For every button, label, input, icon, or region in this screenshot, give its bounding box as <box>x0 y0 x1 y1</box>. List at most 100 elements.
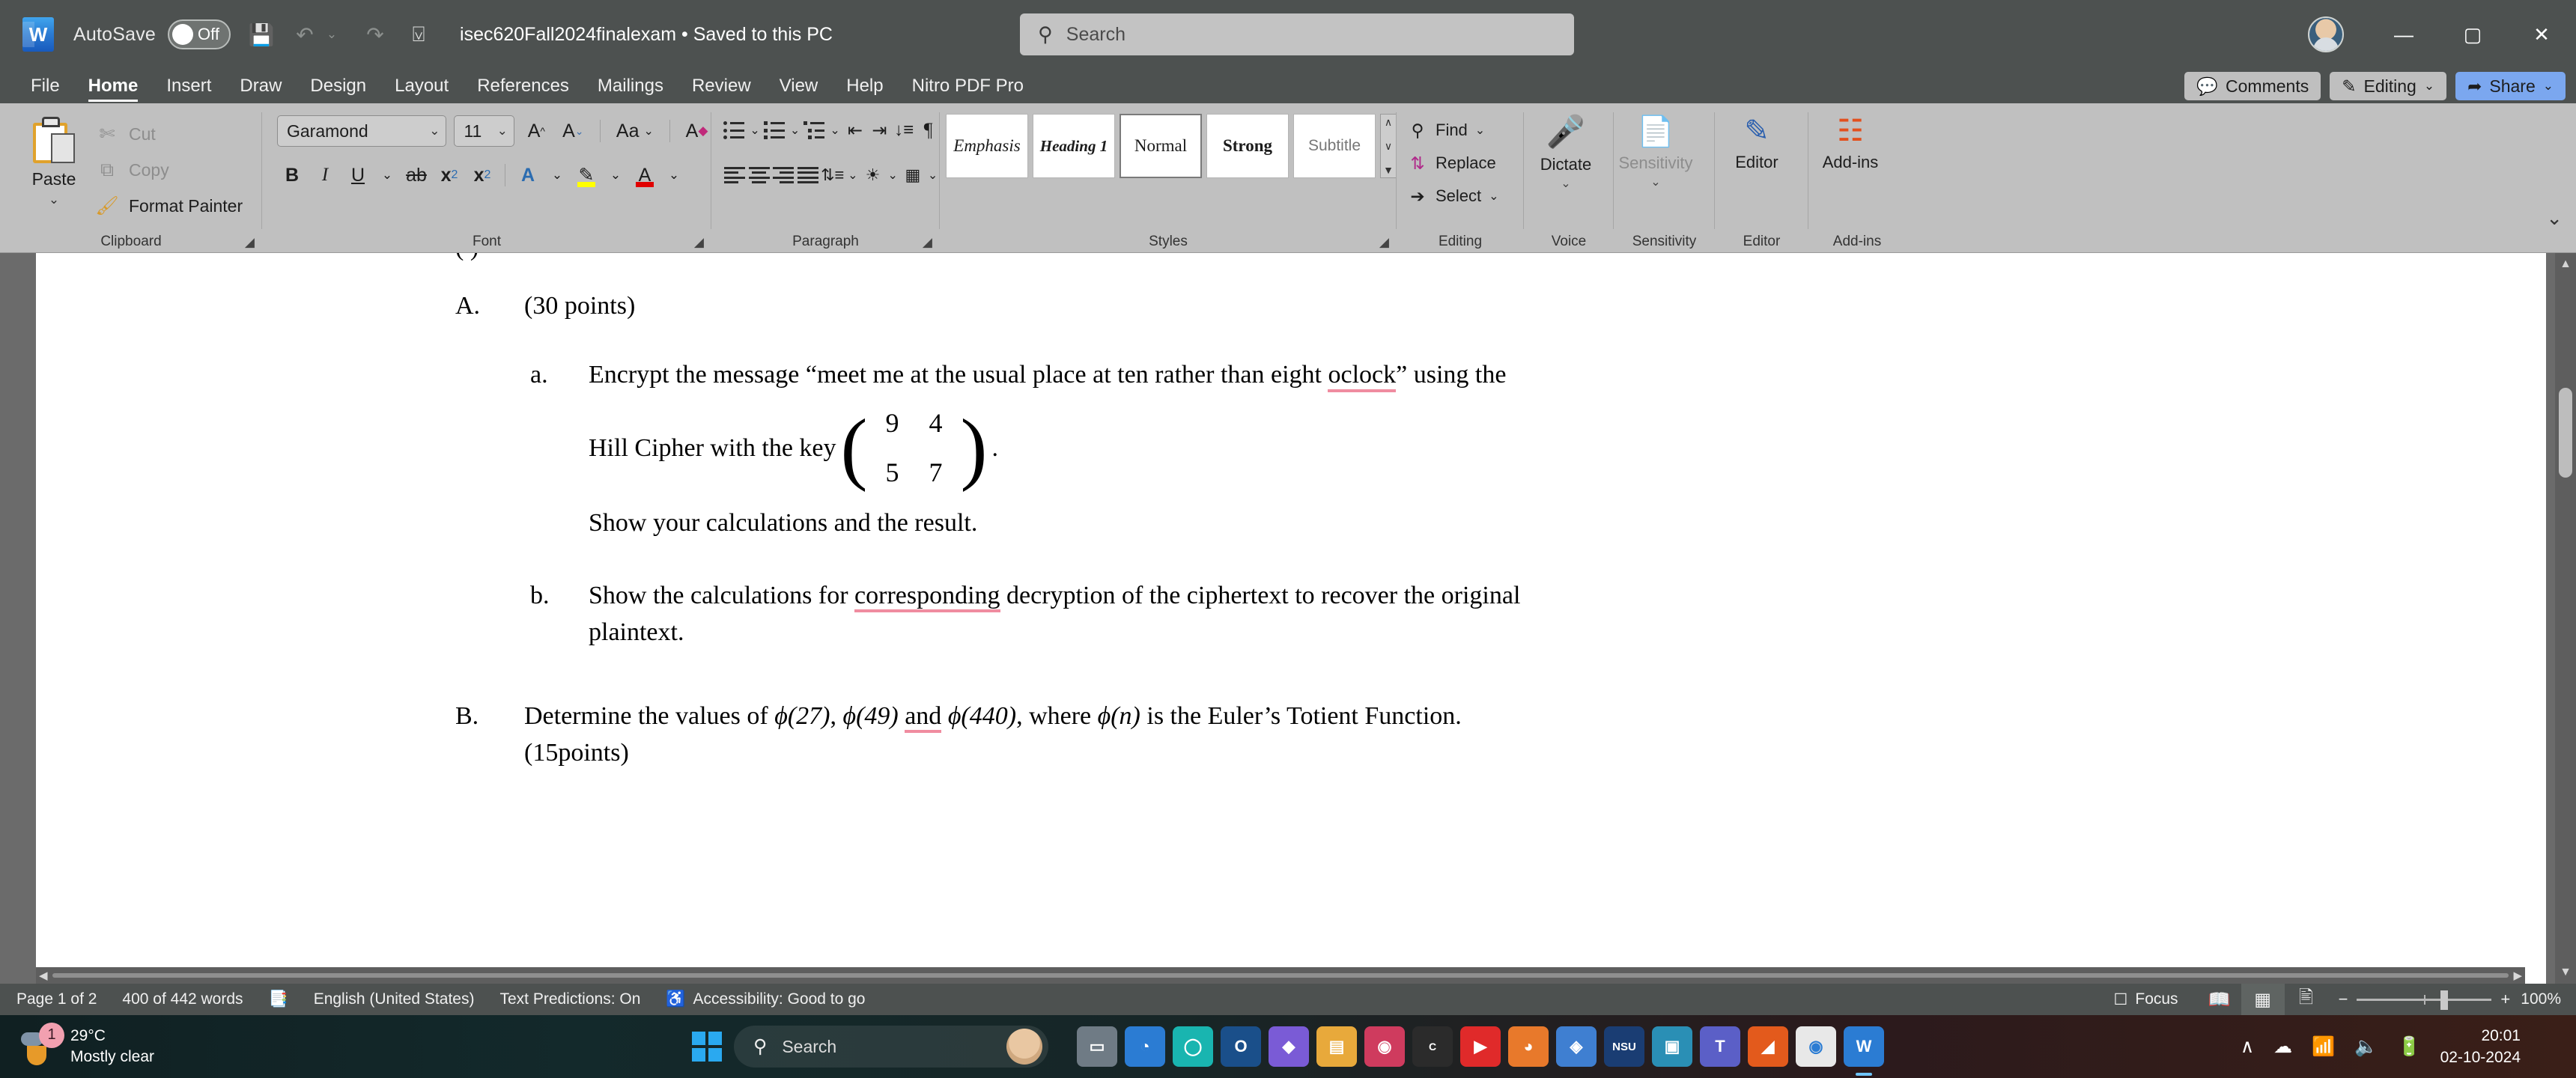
editor-button[interactable]: ✎ Editor <box>1715 103 1799 172</box>
zoom-track[interactable] <box>2357 990 2492 1010</box>
italic-button[interactable]: I <box>310 160 340 190</box>
word-count[interactable]: 400 of 442 words <box>122 990 243 1008</box>
vscroll-down-arrow-icon[interactable]: ▼ <box>2555 966 2576 979</box>
web-layout-icon[interactable]: 🖹 <box>2285 984 2328 1015</box>
shading-chevron-down-icon[interactable]: ⌄ <box>886 160 900 190</box>
tab-mailings[interactable]: Mailings <box>583 69 678 103</box>
close-button[interactable]: ✕ <box>2507 0 2576 69</box>
taskbar-app-youtube[interactable]: ▶ <box>1460 1026 1501 1067</box>
font-size-combo[interactable]: 11 ⌄ <box>454 115 514 147</box>
undo-chevron-down-icon[interactable]: ⌄ <box>319 22 344 47</box>
font-color-button[interactable]: A <box>630 160 660 190</box>
tab-review[interactable]: Review <box>678 69 765 103</box>
clipboard-dialog-launcher[interactable]: ◢ <box>245 235 255 250</box>
show-formatting-marks-icon[interactable]: ¶ <box>917 115 940 145</box>
tab-references[interactable]: References <box>463 69 583 103</box>
font-name-combo[interactable]: Garamond ⌄ <box>277 115 447 147</box>
addins-button[interactable]: ☷ Add-ins <box>1808 103 1892 172</box>
document-page[interactable]: ( ) A. (30 points) a. Encrypt the messag… <box>36 253 2546 984</box>
maximize-button[interactable]: ▢ <box>2438 0 2507 69</box>
redo-icon[interactable]: ↷ <box>362 22 388 47</box>
borders-chevron-down-icon[interactable]: ⌄ <box>926 160 940 190</box>
battery-charging-icon[interactable]: 🔋 <box>2397 1036 2420 1058</box>
paragraph-dialog-launcher[interactable]: ◢ <box>923 235 932 250</box>
borders-icon[interactable]: ▦ <box>902 160 925 190</box>
share-button[interactable]: ➦ Share ⌄ <box>2455 72 2566 100</box>
vertical-scrollbar[interactable]: ▲ ▼ <box>2555 253 2576 984</box>
format-painter-button[interactable]: 🖌 Format Painter <box>94 190 243 222</box>
style-subtitle[interactable]: Subtitle <box>1293 114 1376 178</box>
document-title[interactable]: isec620Fall2024finalexam • Saved to this… <box>460 24 833 46</box>
tab-file[interactable]: File <box>16 69 74 103</box>
shading-icon[interactable]: ☀ <box>861 160 884 190</box>
taskbar-app-blue[interactable]: ◈ <box>1556 1026 1597 1067</box>
multilevel-list-icon[interactable] <box>804 115 827 145</box>
font-color-chevron-down-icon[interactable]: ⌄ <box>663 160 685 190</box>
align-center-icon[interactable] <box>748 160 771 190</box>
text-effects-button[interactable]: A <box>513 160 543 190</box>
style-normal[interactable]: Normal <box>1120 114 1202 178</box>
clear-formatting-button[interactable]: A ◆ <box>682 116 711 146</box>
underline-button[interactable]: U <box>343 160 373 190</box>
bold-button[interactable]: B <box>277 160 307 190</box>
change-case-button[interactable]: Aa ⌄ <box>613 116 657 146</box>
style-emphasis[interactable]: Emphasis <box>946 114 1028 178</box>
avatar[interactable] <box>2308 16 2344 52</box>
subscript-button[interactable]: x2 <box>434 160 464 190</box>
taskbar-app-teal[interactable]: ▣ <box>1652 1026 1692 1067</box>
select-button[interactable]: ➔ Select ⌄ <box>1407 180 1524 213</box>
tab-layout[interactable]: Layout <box>380 69 463 103</box>
volume-icon[interactable]: 🔈 <box>2354 1036 2378 1058</box>
horizontal-scrollbar[interactable]: ◀ ▶ <box>36 967 2525 984</box>
tab-home[interactable]: Home <box>74 69 153 103</box>
styles-dialog-launcher[interactable]: ◢ <box>1379 235 1389 250</box>
styles-scrollbar[interactable]: ∧ ∨ ▼ <box>1380 114 1397 178</box>
vscroll-thumb[interactable] <box>2559 388 2572 478</box>
taskbar-app-outlook[interactable]: O <box>1221 1026 1261 1067</box>
hscroll-track[interactable] <box>52 973 2509 978</box>
style-heading-1[interactable]: Heading 1 <box>1033 114 1115 178</box>
taskbar-app-teams-classic[interactable]: ◯ <box>1173 1026 1213 1067</box>
find-button[interactable]: ⚲ Find ⌄ <box>1407 114 1524 147</box>
taskbar-app-chrome[interactable]: ◉ <box>1796 1026 1836 1067</box>
onedrive-icon[interactable]: ☁ <box>2273 1035 2292 1058</box>
bullets-icon[interactable] <box>723 115 747 145</box>
copy-button[interactable]: ⧉ Copy <box>94 154 243 186</box>
line-spacing-icon[interactable]: ⇅≡ <box>821 160 844 190</box>
customize-quick-access-icon[interactable]: ⍌ <box>406 22 431 47</box>
focus-button[interactable]: ☐ Focus <box>2114 990 2178 1009</box>
dictate-button[interactable]: 🎤 Dictate ⌄ <box>1524 103 1608 191</box>
start-button[interactable] <box>692 1032 722 1062</box>
align-right-icon[interactable] <box>772 160 795 190</box>
align-left-icon[interactable] <box>723 160 747 190</box>
search-input[interactable]: ⚲ Search <box>1020 13 1574 55</box>
multilevel-chevron-down-icon[interactable]: ⌄ <box>828 115 842 145</box>
highlight-button[interactable]: ✎ <box>571 160 601 190</box>
numbering-chevron-down-icon[interactable]: ⌄ <box>788 115 802 145</box>
comments-button[interactable]: 💬 Comments <box>2184 72 2321 100</box>
paste-button[interactable]: Paste ⌄ <box>13 114 94 253</box>
superscript-button[interactable]: x2 <box>467 160 497 190</box>
line-spacing-chevron-down-icon[interactable]: ⌄ <box>845 160 860 190</box>
wifi-icon[interactable]: 📶 <box>2312 1036 2335 1058</box>
editing-mode-button[interactable]: ✎ Editing ⌄ <box>2330 72 2447 100</box>
taskbar-app-firefox[interactable]: ◕ <box>1508 1026 1549 1067</box>
grow-font-button[interactable]: A ^ <box>522 116 551 146</box>
tab-help[interactable]: Help <box>832 69 897 103</box>
page-indicator[interactable]: Page 1 of 2 <box>16 990 97 1008</box>
tab-insert[interactable]: Insert <box>152 69 225 103</box>
decrease-indent-icon[interactable]: ⇤ <box>844 115 867 145</box>
text-effects-chevron-down-icon[interactable]: ⌄ <box>546 160 568 190</box>
increase-indent-icon[interactable]: ⇥ <box>868 115 891 145</box>
justify-icon[interactable] <box>797 160 820 190</box>
hscroll-right-arrow-icon[interactable]: ▶ <box>2513 969 2522 982</box>
tab-view[interactable]: View <box>765 69 833 103</box>
read-mode-icon[interactable]: 📖 <box>2198 984 2241 1015</box>
vscroll-up-arrow-icon[interactable]: ▲ <box>2555 258 2576 271</box>
autosave-toggle[interactable]: Off <box>168 19 231 49</box>
notification-bell-icon[interactable] <box>2540 1034 2563 1059</box>
taskbar-app-task-view[interactable]: ▭ <box>1077 1026 1117 1067</box>
styles-scroll-down-icon[interactable]: ∨ <box>1385 140 1392 153</box>
taskbar-app-nsu[interactable]: NSU <box>1604 1026 1644 1067</box>
print-layout-icon[interactable]: ▦ <box>2241 984 2285 1015</box>
